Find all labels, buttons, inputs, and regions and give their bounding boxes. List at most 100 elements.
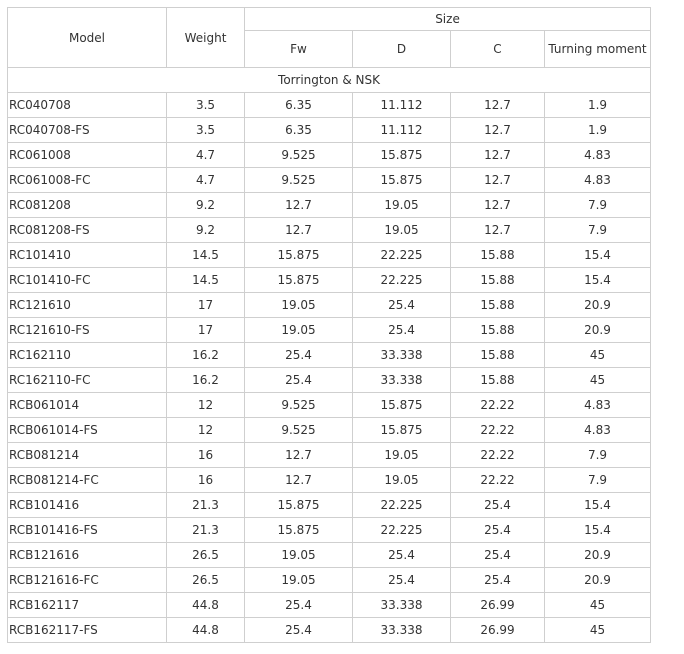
cell-weight: 26.5 [166,567,245,593]
table-row: RC121610 17 19.05 25.4 15.88 20.9 [7,292,652,318]
cell-c: 25.4 [450,567,545,593]
cell-weight: 26.5 [166,542,245,568]
cell-fw: 15.875 [244,492,353,518]
cell-weight: 4.7 [166,142,245,168]
cell-weight: 14.5 [166,267,245,293]
cell-weight: 21.3 [166,492,245,518]
cell-c: 12.7 [450,92,545,118]
cell-model: RC061008 [7,142,167,168]
cell-model: RCB121616-FC [7,567,167,593]
cell-d: 25.4 [352,292,451,318]
header-turning-moment: Turning moment [543,30,652,68]
header-model: Model [7,7,167,68]
cell-d: 22.225 [352,267,451,293]
cell-d: 19.05 [352,467,451,493]
cell-turning-moment: 4.83 [543,142,652,168]
cell-fw: 6.35 [244,117,353,143]
cell-model: RC040708 [7,92,167,118]
cell-turning-moment: 45 [543,342,652,368]
cell-model: RC101410-FC [7,267,167,293]
cell-model: RC081208 [7,192,167,218]
group-label: Torrington & NSK [6,67,652,93]
cell-model: RCB101416 [7,492,167,518]
table-row: RC061008-FC 4.7 9.525 15.875 12.7 4.83 [7,167,652,193]
cell-d: 19.05 [352,192,451,218]
cell-fw: 25.4 [244,367,353,393]
cell-d: 15.875 [352,392,451,418]
table-body: Torrington & NSK RC040708 3.5 6.35 11.112 12… [6,67,652,643]
cell-turning-moment: 20.9 [543,292,652,318]
cell-fw: 25.4 [244,617,353,643]
cell-d: 15.875 [352,142,451,168]
cell-turning-moment: 4.83 [543,392,652,418]
cell-c: 12.7 [450,117,545,143]
cell-weight: 3.5 [166,117,245,143]
cell-weight: 9.2 [166,192,245,218]
cell-weight: 44.8 [166,592,245,618]
cell-fw: 15.875 [244,242,353,268]
cell-fw: 15.875 [244,517,353,543]
header-d: D [352,30,451,68]
cell-model: RCB061014 [7,392,167,418]
cell-model: RC101410 [7,242,167,268]
cell-d: 11.112 [352,117,451,143]
cell-fw: 19.05 [244,317,353,343]
spec-table: Model Weight Size Fw D C Turning moment … [6,7,652,643]
cell-turning-moment: 1.9 [543,117,652,143]
cell-d: 22.225 [352,242,451,268]
cell-c: 12.7 [450,142,545,168]
cell-weight: 9.2 [166,217,245,243]
cell-c: 12.7 [450,192,545,218]
table-row: RCB101416 21.3 15.875 22.225 25.4 15.4 [7,492,652,518]
cell-fw: 9.525 [244,142,353,168]
cell-model: RCB101416-FS [7,517,167,543]
cell-d: 11.112 [352,92,451,118]
table-row: RCB061014-FS 12 9.525 15.875 22.22 4.83 [7,417,652,443]
cell-c: 22.22 [450,442,545,468]
cell-weight: 16 [166,467,245,493]
cell-model: RC162110 [7,342,167,368]
cell-d: 33.338 [352,617,451,643]
cell-c: 22.22 [450,392,545,418]
cell-weight: 3.5 [166,92,245,118]
cell-turning-moment: 15.4 [543,267,652,293]
table-row: RCB101416-FS 21.3 15.875 22.225 25.4 15.4 [7,517,652,543]
cell-turning-moment: 20.9 [543,317,652,343]
cell-d: 25.4 [352,317,451,343]
cell-c: 15.88 [450,267,545,293]
cell-c: 15.88 [450,317,545,343]
cell-turning-moment: 15.4 [543,517,652,543]
cell-c: 22.22 [450,417,545,443]
table-row: RC101410-FC 14.5 15.875 22.225 15.88 15.4 [7,267,652,293]
table-row: RC162110-FC 16.2 25.4 33.338 15.88 45 [7,367,652,393]
cell-weight: 16 [166,442,245,468]
cell-c: 15.88 [450,367,545,393]
table-row: RCB081214-FC 16 12.7 19.05 22.22 7.9 [7,467,652,493]
cell-c: 12.7 [450,217,545,243]
cell-turning-moment: 45 [543,367,652,393]
cell-weight: 12 [166,417,245,443]
header-size: Size [243,7,652,31]
cell-turning-moment: 7.9 [543,192,652,218]
cell-d: 15.875 [352,167,451,193]
cell-model: RCB162117 [7,592,167,618]
cell-fw: 9.525 [244,167,353,193]
cell-turning-moment: 15.4 [543,242,652,268]
cell-turning-moment: 7.9 [543,442,652,468]
cell-weight: 12 [166,392,245,418]
cell-model: RC121610-FS [7,317,167,343]
cell-fw: 12.7 [244,442,353,468]
cell-d: 33.338 [352,342,451,368]
cell-turning-moment: 20.9 [543,542,652,568]
header-c: C [450,30,545,68]
group-row: Torrington & NSK [6,67,652,93]
cell-weight: 16.2 [166,342,245,368]
cell-fw: 12.7 [244,192,353,218]
cell-turning-moment: 20.9 [543,567,652,593]
header-weight: Weight [166,7,245,68]
cell-fw: 25.4 [244,342,353,368]
cell-turning-moment: 45 [543,592,652,618]
cell-c: 26.99 [450,617,545,643]
cell-fw: 19.05 [244,567,353,593]
cell-d: 15.875 [352,417,451,443]
